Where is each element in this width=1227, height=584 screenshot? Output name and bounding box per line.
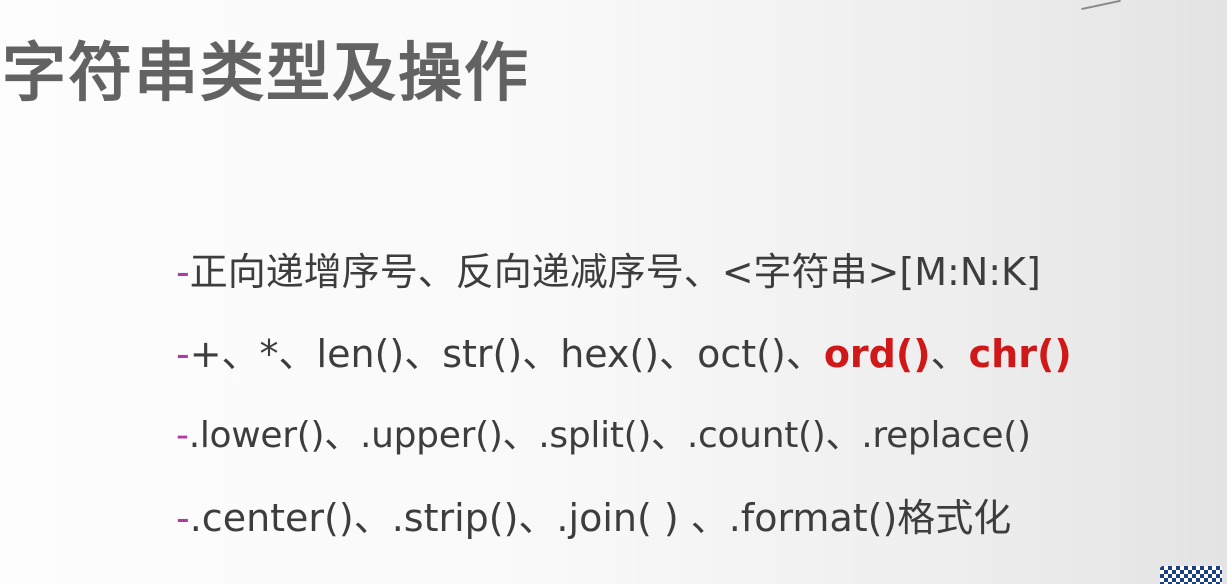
slide-title: 字符串类型及操作 xyxy=(2,37,530,111)
bullet-text: .center()、.strip()、.join( ) 、.format()格式… xyxy=(189,496,1012,540)
separator: 、 xyxy=(930,332,969,376)
bullet-dash: - xyxy=(176,332,190,376)
player-logo-icon xyxy=(1160,566,1222,584)
slide: 字符串类型及操作 -正向递增序号、反向递减序号、<字符串>[M:N:K] -+、… xyxy=(0,0,1227,584)
bullet-list: -正向递增序号、反向递减序号、<字符串>[M:N:K] -+、*、len()、s… xyxy=(176,246,1216,574)
bullet-methods-2: -.center()、.strip()、.join( ) 、.format()格… xyxy=(176,492,1216,574)
highlight-chr: chr() xyxy=(968,332,1072,376)
bullet-functions: -+、*、len()、str()、hex()、oct()、ord()、chr() xyxy=(176,328,1216,410)
bullet-indexing: -正向递增序号、反向递减序号、<字符串>[M:N:K] xyxy=(176,246,1216,328)
highlight-ord: ord() xyxy=(823,332,931,376)
bullet-text: 正向递增序号、反向递减序号、<字符串>[M:N:K] xyxy=(189,250,1041,294)
bullet-dash: - xyxy=(176,496,190,540)
bullet-text: .lower()、.upper()、.split()、.count()、.rep… xyxy=(188,415,1031,456)
bullet-dash: - xyxy=(176,250,190,294)
bullet-methods-1: -.lower()、.upper()、.split()、.count()、.re… xyxy=(176,410,1216,492)
corner-pen-mark xyxy=(1079,0,1121,11)
bullet-dash: - xyxy=(176,415,189,456)
bullet-text: +、*、len()、str()、hex()、oct()、 xyxy=(189,332,824,376)
